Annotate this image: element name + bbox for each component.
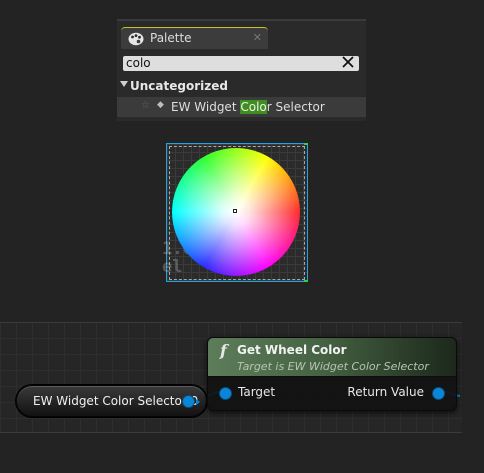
return-value-output-pin[interactable] bbox=[433, 388, 444, 399]
get-wheel-color-node[interactable]: f Get Wheel Color Target is EW Widget Co… bbox=[207, 337, 457, 411]
function-node-subtitle: Target is EW Widget Color Selector bbox=[237, 360, 429, 373]
palette-title: Palette bbox=[150, 31, 192, 45]
result-item[interactable]: ☆ ◆ EW Widget Color Selector bbox=[117, 97, 366, 117]
color-wheel-cursor[interactable] bbox=[233, 209, 237, 213]
pin-arrow-icon bbox=[196, 399, 200, 405]
resize-handle[interactable] bbox=[304, 280, 308, 282]
target-input-pin[interactable] bbox=[220, 388, 231, 399]
function-icon: f bbox=[220, 341, 227, 360]
search-bar bbox=[123, 56, 359, 71]
graph-divider bbox=[0, 432, 462, 433]
search-input[interactable] bbox=[126, 56, 326, 71]
graph-divider bbox=[0, 322, 462, 323]
result-label-after: r Selector bbox=[266, 100, 325, 114]
variable-output-pin[interactable] bbox=[183, 396, 194, 407]
palette-icon bbox=[128, 32, 144, 46]
variable-node-label: EW Widget Color Selector 0 bbox=[33, 394, 199, 408]
search-match-highlight: Colo bbox=[240, 100, 267, 114]
category-uncategorized[interactable]: Uncategorized bbox=[117, 77, 366, 95]
variable-node[interactable]: EW Widget Color Selector 0 bbox=[16, 385, 207, 417]
category-label: Uncategorized bbox=[130, 79, 228, 93]
diamond-icon: ◆ bbox=[157, 100, 164, 110]
palette-tab[interactable]: Palette ✕ bbox=[121, 27, 268, 49]
resize-handle[interactable] bbox=[304, 143, 308, 145]
close-icon[interactable]: ✕ bbox=[253, 31, 262, 44]
expand-arrow-icon[interactable] bbox=[120, 81, 128, 87]
result-label: EW Widget Color Selector bbox=[171, 100, 325, 114]
result-label-before: EW Widget bbox=[171, 100, 241, 114]
palette-panel: Palette ✕ Uncategorized ☆ ◆ EW Widget Co… bbox=[117, 19, 366, 121]
function-node-title: Get Wheel Color bbox=[237, 343, 347, 357]
return-value-pin-label: Return Value bbox=[347, 385, 424, 399]
target-pin-label: Target bbox=[238, 385, 276, 399]
clear-search-icon[interactable] bbox=[341, 55, 355, 69]
function-node-header: f Get Wheel Color Target is EW Widget Co… bbox=[208, 338, 456, 377]
favorite-star-icon[interactable]: ☆ bbox=[141, 100, 150, 111]
